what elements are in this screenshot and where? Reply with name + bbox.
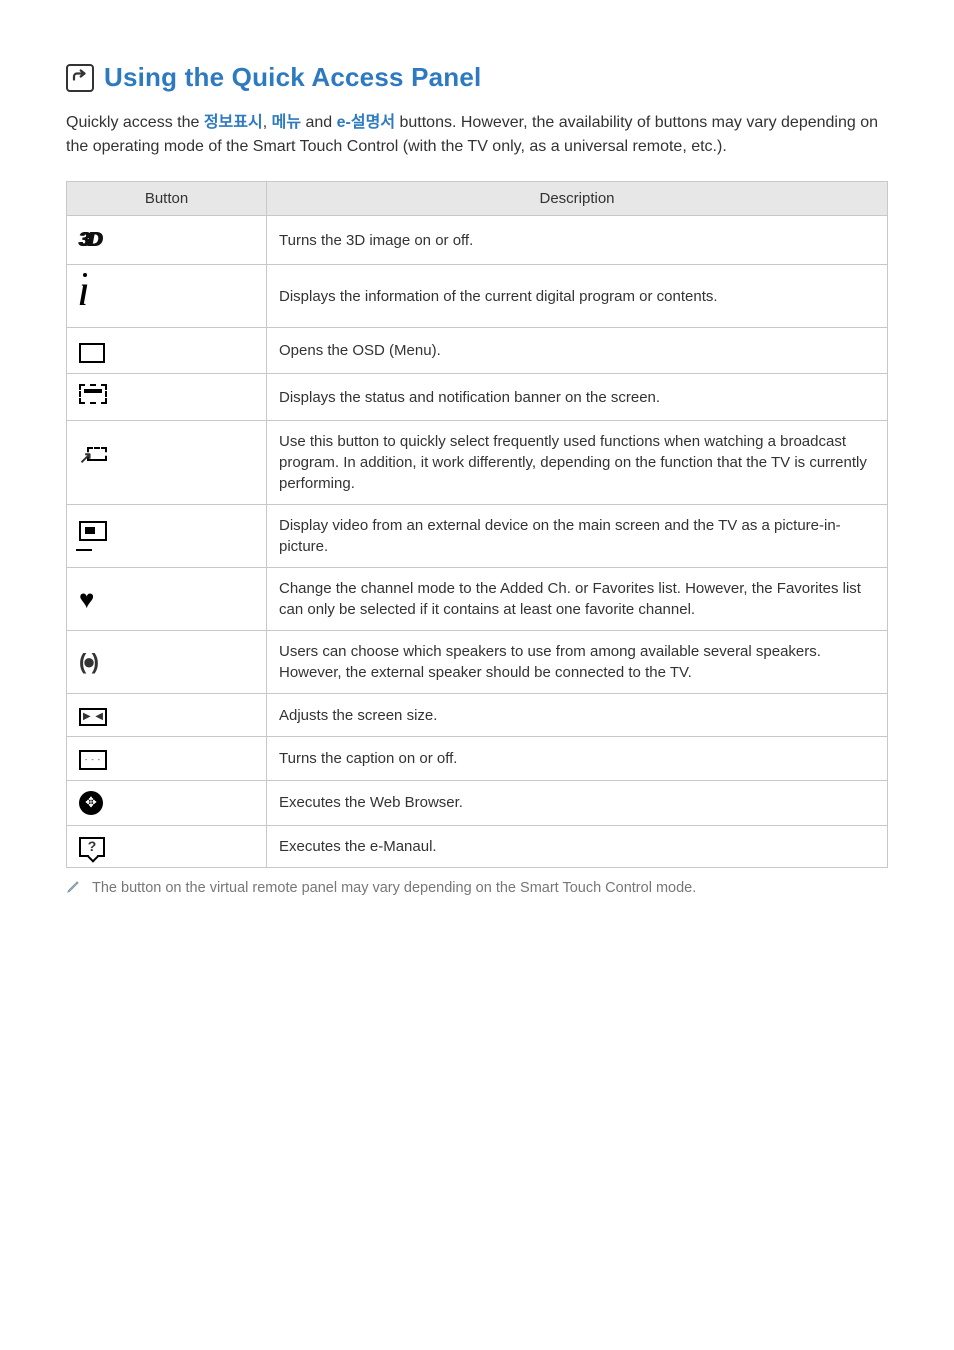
icon-cell-quick: ↗ xyxy=(67,421,267,505)
button-table: Button Description 3D Turns the 3D image… xyxy=(66,181,888,868)
table-row: ↗ Use this button to quickly select freq… xyxy=(67,421,888,505)
table-row: ♥ Change the channel mode to the Added C… xyxy=(67,568,888,631)
intro-highlight-1: 정보표시 xyxy=(204,114,263,131)
speaker-icon: (●) xyxy=(79,647,95,678)
3d-icon: 3D xyxy=(79,226,101,254)
intro-sep2: and xyxy=(301,114,337,131)
desc-cell: Display video from an external device on… xyxy=(267,505,888,568)
web-browser-icon: ✥ xyxy=(79,791,103,815)
desc-cell: Adjusts the screen size. xyxy=(267,694,888,737)
table-row: Opens the OSD (Menu). xyxy=(67,328,888,374)
intro-paragraph: Quickly access the 정보표시, 메뉴 and e-설명서 bu… xyxy=(66,111,888,159)
desc-cell: Users can choose which speakers to use f… xyxy=(267,631,888,694)
emanual-icon: ? xyxy=(79,837,105,857)
banner-icon xyxy=(79,384,107,404)
table-row: (●) Users can choose which speakers to u… xyxy=(67,631,888,694)
desc-cell: Executes the e-Manaul. xyxy=(267,825,888,867)
icon-cell-3d: 3D xyxy=(67,216,267,265)
desc-cell: Opens the OSD (Menu). xyxy=(267,328,888,374)
icon-cell-menu xyxy=(67,328,267,374)
page-title: Using the Quick Access Panel xyxy=(104,62,481,93)
icon-cell-web: ✥ xyxy=(67,780,267,825)
icon-cell-pip xyxy=(67,505,267,568)
icon-cell-caption: - - - xyxy=(67,737,267,781)
title-row: Using the Quick Access Panel xyxy=(66,62,888,93)
icon-cell-size: ▶ ◀ xyxy=(67,694,267,737)
header-button: Button xyxy=(67,182,267,216)
pip-icon xyxy=(79,521,107,551)
note-row: The button on the virtual remote panel m… xyxy=(66,880,888,899)
desc-cell: Displays the status and notification ban… xyxy=(267,374,888,421)
desc-cell: Change the channel mode to the Added Ch.… xyxy=(267,568,888,631)
quick-select-icon: ↗ xyxy=(79,447,107,473)
table-header-row: Button Description xyxy=(67,182,888,216)
arrow-icon: ↗ xyxy=(79,448,92,470)
table-row: - - - Turns the caption on or off. xyxy=(67,737,888,781)
icon-cell-banner xyxy=(67,374,267,421)
arrow-left-icon: ◀ xyxy=(95,710,103,724)
desc-cell: Turns the caption on or off. xyxy=(267,737,888,781)
table-row: Displays the status and notification ban… xyxy=(67,374,888,421)
desc-cell: Turns the 3D image on or off. xyxy=(267,216,888,265)
heart-icon: ♥ xyxy=(79,581,94,617)
intro-prefix: Quickly access the xyxy=(66,114,204,131)
desc-cell: Use this button to quickly select freque… xyxy=(267,421,888,505)
intro-highlight-2: 메뉴 xyxy=(272,114,301,131)
intro-highlight-3: e-설명서 xyxy=(337,114,395,131)
pencil-icon xyxy=(66,880,80,899)
table-row: ✥ Executes the Web Browser. xyxy=(67,780,888,825)
redirect-icon xyxy=(66,64,94,92)
note-text: The button on the virtual remote panel m… xyxy=(92,880,696,896)
desc-cell: Executes the Web Browser. xyxy=(267,780,888,825)
caption-icon: - - - xyxy=(79,750,107,770)
header-description: Description xyxy=(267,182,888,216)
screen-size-icon: ▶ ◀ xyxy=(79,708,107,726)
table-row: l Displays the information of the curren… xyxy=(67,265,888,328)
icon-cell-emanual: ? xyxy=(67,825,267,867)
menu-icon xyxy=(79,343,105,363)
arrow-right-icon: ▶ xyxy=(83,710,91,724)
icon-cell-speaker: (●) xyxy=(67,631,267,694)
table-row: 3D Turns the 3D image on or off. xyxy=(67,216,888,265)
table-row: Display video from an external device on… xyxy=(67,505,888,568)
table-row: ▶ ◀ Adjusts the screen size. xyxy=(67,694,888,737)
table-row: ? Executes the e-Manaul. xyxy=(67,825,888,867)
icon-cell-info: l xyxy=(67,265,267,328)
info-icon: l xyxy=(79,275,87,317)
desc-cell: Displays the information of the current … xyxy=(267,265,888,328)
icon-cell-heart: ♥ xyxy=(67,568,267,631)
page: Using the Quick Access Panel Quickly acc… xyxy=(0,0,954,899)
intro-sep1: , xyxy=(263,114,272,131)
